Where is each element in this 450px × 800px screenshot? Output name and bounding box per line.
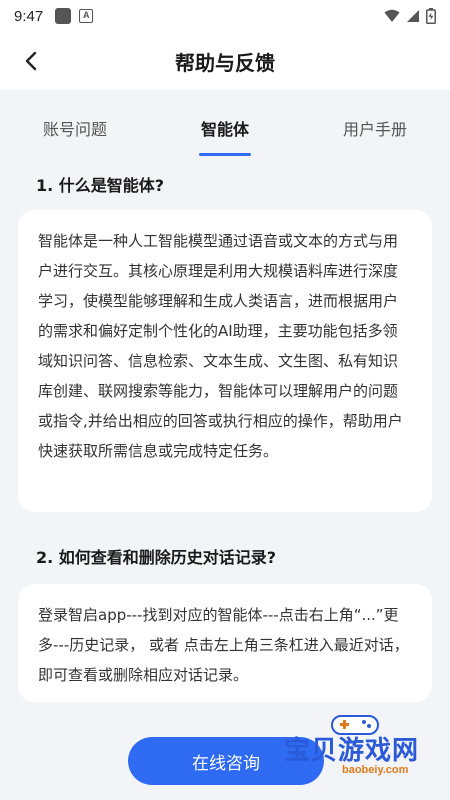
watermark-text: 宝贝游戏网: [284, 736, 420, 766]
wifi-icon: [384, 9, 400, 22]
signal-icon: [407, 10, 419, 22]
chevron-left-icon: [25, 51, 37, 71]
faq-answer-2: 登录智启app---找到对应的智能体---点击右上角“...”更多---历史记录…: [38, 606, 409, 684]
faq-answer-card-1: 智能体是一种人工智能模型通过语音或文本的方式与用户进行交互。其核心原理是利用大规…: [18, 210, 432, 512]
tab-label: 账号问题: [42, 120, 107, 139]
app-header: 帮助与反馈: [0, 32, 450, 90]
tab-label: 用户手册: [342, 120, 407, 139]
status-bar: 9:47 A: [0, 0, 450, 32]
tab-account-issues[interactable]: 账号问题: [0, 90, 150, 158]
faq-answer-1: 智能体是一种人工智能模型通过语音或文本的方式与用户进行交互。其核心原理是利用大规…: [38, 232, 403, 460]
back-button[interactable]: [16, 46, 46, 76]
watermark-url: baobeiy.com: [342, 764, 409, 776]
status-icons: [384, 8, 436, 24]
faq-question-1: 1. 什么是智能体?: [36, 176, 165, 195]
tab-user-manual[interactable]: 用户手册: [300, 90, 450, 158]
tab-agent[interactable]: 智能体: [150, 90, 300, 158]
tab-label: 智能体: [200, 120, 249, 139]
status-time: 9:47: [14, 7, 44, 25]
active-tab-indicator: [199, 153, 251, 156]
tab-bar: 账号问题 智能体 用户手册: [0, 90, 450, 158]
page-title: 帮助与反馈: [175, 50, 275, 75]
faq-question-2: 2. 如何查看和删除历史对话记录?: [36, 548, 277, 567]
notification-icon: [55, 8, 72, 24]
watermark-logo: 宝贝游戏网 baobeiy.com: [270, 712, 448, 784]
app-notification-icon: A: [79, 9, 94, 23]
battery-icon: [426, 8, 436, 24]
faq-answer-card-2: 登录智启app---找到对应的智能体---点击右上角“...”更多---历史记录…: [18, 584, 432, 702]
